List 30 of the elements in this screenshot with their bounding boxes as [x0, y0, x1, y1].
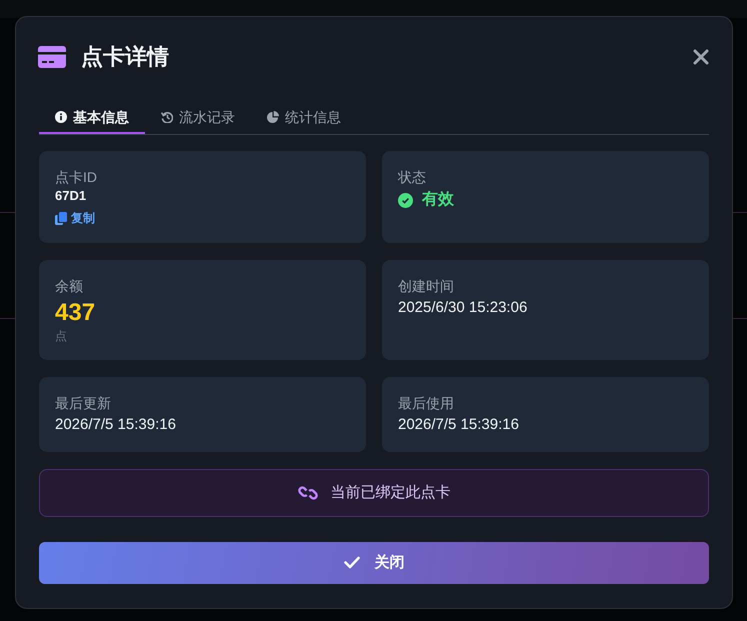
card-id: 67D1	[55, 187, 86, 205]
field-label: 最后更新	[55, 394, 111, 413]
field-value: 2026/7/5 15:39:16	[55, 415, 176, 435]
info-icon	[55, 111, 67, 123]
check-icon	[344, 556, 360, 570]
tab[interactable]: 统计信息	[251, 100, 357, 134]
tab[interactable]: 流水记录	[145, 100, 251, 134]
status-value: 有效	[422, 190, 454, 210]
field-label: 创建时间	[398, 277, 454, 296]
field-label: 状态	[398, 168, 426, 187]
field-label: 余额	[55, 277, 83, 296]
copy-link[interactable]: 复制	[55, 209, 95, 227]
field-value: 2025/6/30 15:23:06	[398, 298, 528, 318]
close-icon	[693, 49, 709, 65]
check-circle-icon	[398, 192, 413, 208]
field-label: 最后使用	[398, 394, 454, 413]
bound-notice-text: 当前已绑定此点卡	[330, 482, 450, 503]
close-dialog-button[interactable]: 关闭	[39, 542, 709, 584]
balance-amount: 437	[55, 298, 96, 328]
tab[interactable]: 基本信息	[39, 100, 145, 134]
close-button[interactable]	[693, 49, 709, 65]
pie-chart-icon	[267, 111, 279, 123]
field-label: 点卡ID	[55, 168, 97, 187]
dialog-title: 点卡详情	[81, 43, 169, 71]
link-icon	[298, 484, 318, 501]
history-icon	[161, 111, 173, 123]
field-value: 2026/7/5 15:39:16	[398, 415, 519, 435]
copy-icon	[55, 212, 67, 224]
credit-card-icon	[38, 46, 66, 68]
balance-unit: 点	[55, 328, 67, 344]
